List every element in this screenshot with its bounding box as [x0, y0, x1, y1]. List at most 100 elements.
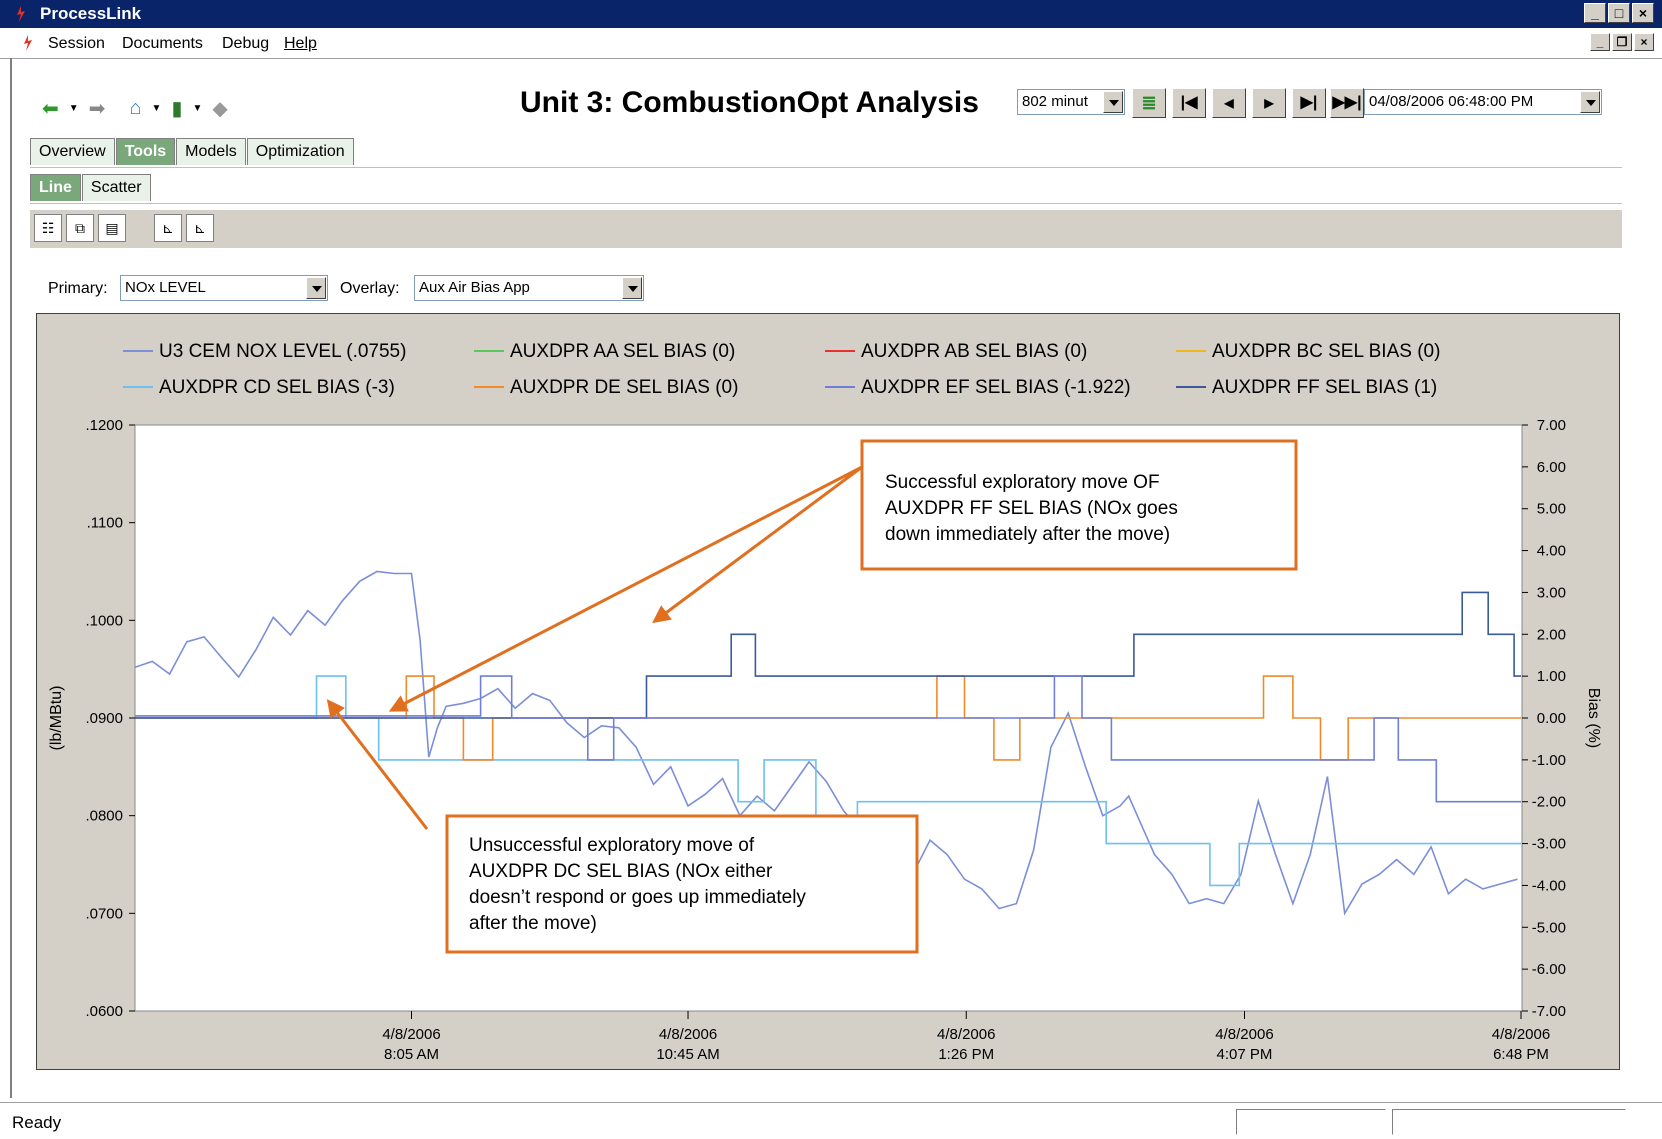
x-tick-time: 10:45 AM	[656, 1046, 719, 1063]
menu-bar: Session Documents Debug Help _ ❐ ×	[0, 28, 1662, 59]
chevron-down-icon[interactable]	[1580, 91, 1600, 113]
y2-tick-label: 5.00	[1537, 501, 1566, 518]
primary-value: NOx LEVEL	[125, 279, 206, 296]
y-tick-label: .1000	[85, 612, 123, 629]
y2-tick-label: -5.00	[1532, 919, 1566, 936]
mdi-restore-button[interactable]: ❐	[1612, 33, 1632, 51]
chevron-down-icon[interactable]	[306, 277, 326, 299]
x-tick-date: 4/8/2006	[1492, 1026, 1550, 1043]
table-icon[interactable]: ▤	[98, 214, 126, 242]
app-logo-icon	[17, 6, 25, 22]
chart-panel: U3 CEM NOX LEVEL (.0755) AUXDPR AA SEL BI…	[36, 313, 1620, 1070]
axis-right-icon[interactable]: ⊾	[186, 214, 214, 242]
successful-annotation-text: AUXDPR FF SEL BIAS (NOx goes	[885, 498, 1178, 519]
menu-documents[interactable]: Documents	[122, 35, 203, 53]
tab-tools[interactable]: Tools	[115, 138, 176, 165]
y-tick-label: .0800	[85, 808, 123, 825]
sub-tabs: Line Scatter	[30, 174, 152, 202]
menu-debug[interactable]: Debug	[222, 35, 269, 53]
chevron-down-icon[interactable]	[622, 277, 642, 299]
y-tick-label: .0700	[85, 905, 123, 922]
x-tick-time: 1:26 PM	[938, 1046, 994, 1063]
axis-left-icon[interactable]: ⊾	[154, 214, 182, 242]
time-range-select[interactable]: 802 minut	[1017, 89, 1125, 115]
unsuccessful-annotation-text: after the move)	[469, 913, 597, 934]
x-tick-date: 4/8/2006	[382, 1026, 440, 1043]
primary-select[interactable]: NOx LEVEL	[120, 275, 328, 301]
overlay-select[interactable]: Aux Air Bias App	[414, 275, 644, 301]
close-button[interactable]: ×	[1632, 3, 1654, 23]
menu-help[interactable]: Help	[284, 35, 317, 53]
y2-tick-label: -6.00	[1532, 961, 1566, 978]
status-text: Ready	[12, 1113, 62, 1132]
y2-tick-label: 1.00	[1537, 668, 1566, 685]
tab-divider	[30, 167, 1622, 168]
traffic-light-button[interactable]: ≣	[1132, 88, 1166, 118]
traffic-light-icon: ≣	[1141, 93, 1157, 113]
tab-optimization[interactable]: Optimization	[246, 138, 354, 165]
cube-icon[interactable]: ◆	[212, 96, 227, 121]
successful-annotation-text: down immediately after the move)	[885, 524, 1170, 545]
home-icon[interactable]: ⌂	[129, 97, 141, 120]
subtab-divider	[30, 203, 1622, 204]
x-tick-time: 6:48 PM	[1493, 1046, 1549, 1063]
last-button[interactable]: ▶▶|	[1330, 88, 1364, 118]
y-axis-label: (lb/MBtu)	[48, 686, 65, 751]
doc-logo-icon	[24, 35, 32, 51]
tab-scatter[interactable]: Scatter	[81, 174, 151, 201]
y2-tick-label: -3.00	[1532, 836, 1566, 853]
page-title: Unit 3: CombustionOpt Analysis	[520, 86, 979, 119]
nav-toolbar: ⬅ ▼ ➡ ⌂ ▼ ▮ ▼ ◆	[42, 96, 228, 120]
tree-icon[interactable]: ☷	[34, 214, 62, 242]
tab-overview[interactable]: Overview	[30, 138, 115, 165]
legend-label: AUXDPR AA SEL BIAS (0)	[510, 341, 735, 362]
primary-label: Primary:	[48, 280, 108, 297]
y2-tick-label: 3.00	[1537, 584, 1566, 601]
y-tick-label: .1100	[87, 515, 123, 532]
window-left-border	[10, 58, 12, 1098]
unsuccessful-annotation-text: Unsuccessful exploratory move of	[469, 835, 755, 856]
copy-icon[interactable]: ⧉	[66, 214, 94, 242]
line-chart: U3 CEM NOX LEVEL (.0755) AUXDPR AA SEL BI…	[48, 341, 1602, 1063]
prev-button[interactable]: ◀	[1212, 88, 1246, 118]
minimize-button[interactable]: _	[1584, 3, 1606, 23]
chart-toolstrip: ☷ ⧉ ▤ ⊾ ⊾	[30, 210, 1622, 248]
forward-arrow-icon[interactable]: ➡	[89, 96, 106, 121]
y-tick-label: .1200	[85, 417, 123, 434]
next-button[interactable]: ▶	[1252, 88, 1286, 118]
first-button[interactable]: |◀	[1172, 88, 1206, 118]
chevron-down-icon[interactable]	[1103, 91, 1123, 113]
chart-icon[interactable]: ▮	[171, 96, 182, 121]
legend-label: AUXDPR DE SEL BIAS (0)	[510, 377, 738, 398]
legend-label: AUXDPR EF SEL BIAS (-1.922)	[861, 377, 1131, 398]
home-dropdown-icon[interactable]: ▼	[152, 103, 162, 114]
y2-axis-label: Bias (%)	[1585, 688, 1602, 748]
title-bar: ProcessLink _ □ ×	[0, 0, 1662, 28]
chart-dropdown-icon[interactable]: ▼	[192, 103, 202, 114]
datetime-select[interactable]: 04/08/2006 06:48:00 PM	[1364, 89, 1602, 115]
time-range-value: 802 minut	[1022, 93, 1088, 110]
y2-tick-label: 6.00	[1537, 459, 1566, 476]
overlay-value: Aux Air Bias App	[419, 279, 530, 296]
back-dropdown-icon[interactable]: ▼	[69, 103, 79, 114]
y2-tick-label: 4.00	[1537, 543, 1566, 560]
y-tick-label: .0900	[85, 710, 123, 727]
mdi-minimize-button[interactable]: _	[1590, 33, 1610, 51]
legend-label: AUXDPR AB SEL BIAS (0)	[861, 341, 1087, 362]
mdi-close-button[interactable]: ×	[1634, 33, 1654, 51]
y-tick-label: .0600	[85, 1003, 123, 1020]
x-tick-date: 4/8/2006	[937, 1026, 995, 1043]
menu-session[interactable]: Session	[48, 35, 105, 53]
maximize-button[interactable]: □	[1608, 3, 1630, 23]
forward-button[interactable]: ▶|	[1292, 88, 1326, 118]
y2-tick-label: 2.00	[1537, 626, 1566, 643]
tab-line[interactable]: Line	[30, 174, 81, 201]
window-title: ProcessLink	[40, 4, 142, 23]
tab-models[interactable]: Models	[176, 138, 246, 165]
status-bar: Ready	[0, 1102, 1662, 1139]
legend-label: AUXDPR BC SEL BIAS (0)	[1212, 341, 1440, 362]
unsuccessful-annotation-text: doesn’t respond or goes up immediately	[469, 887, 806, 908]
status-panel	[1236, 1109, 1386, 1135]
back-arrow-icon[interactable]: ⬅	[42, 96, 59, 121]
y2-tick-label: 7.00	[1537, 417, 1566, 434]
